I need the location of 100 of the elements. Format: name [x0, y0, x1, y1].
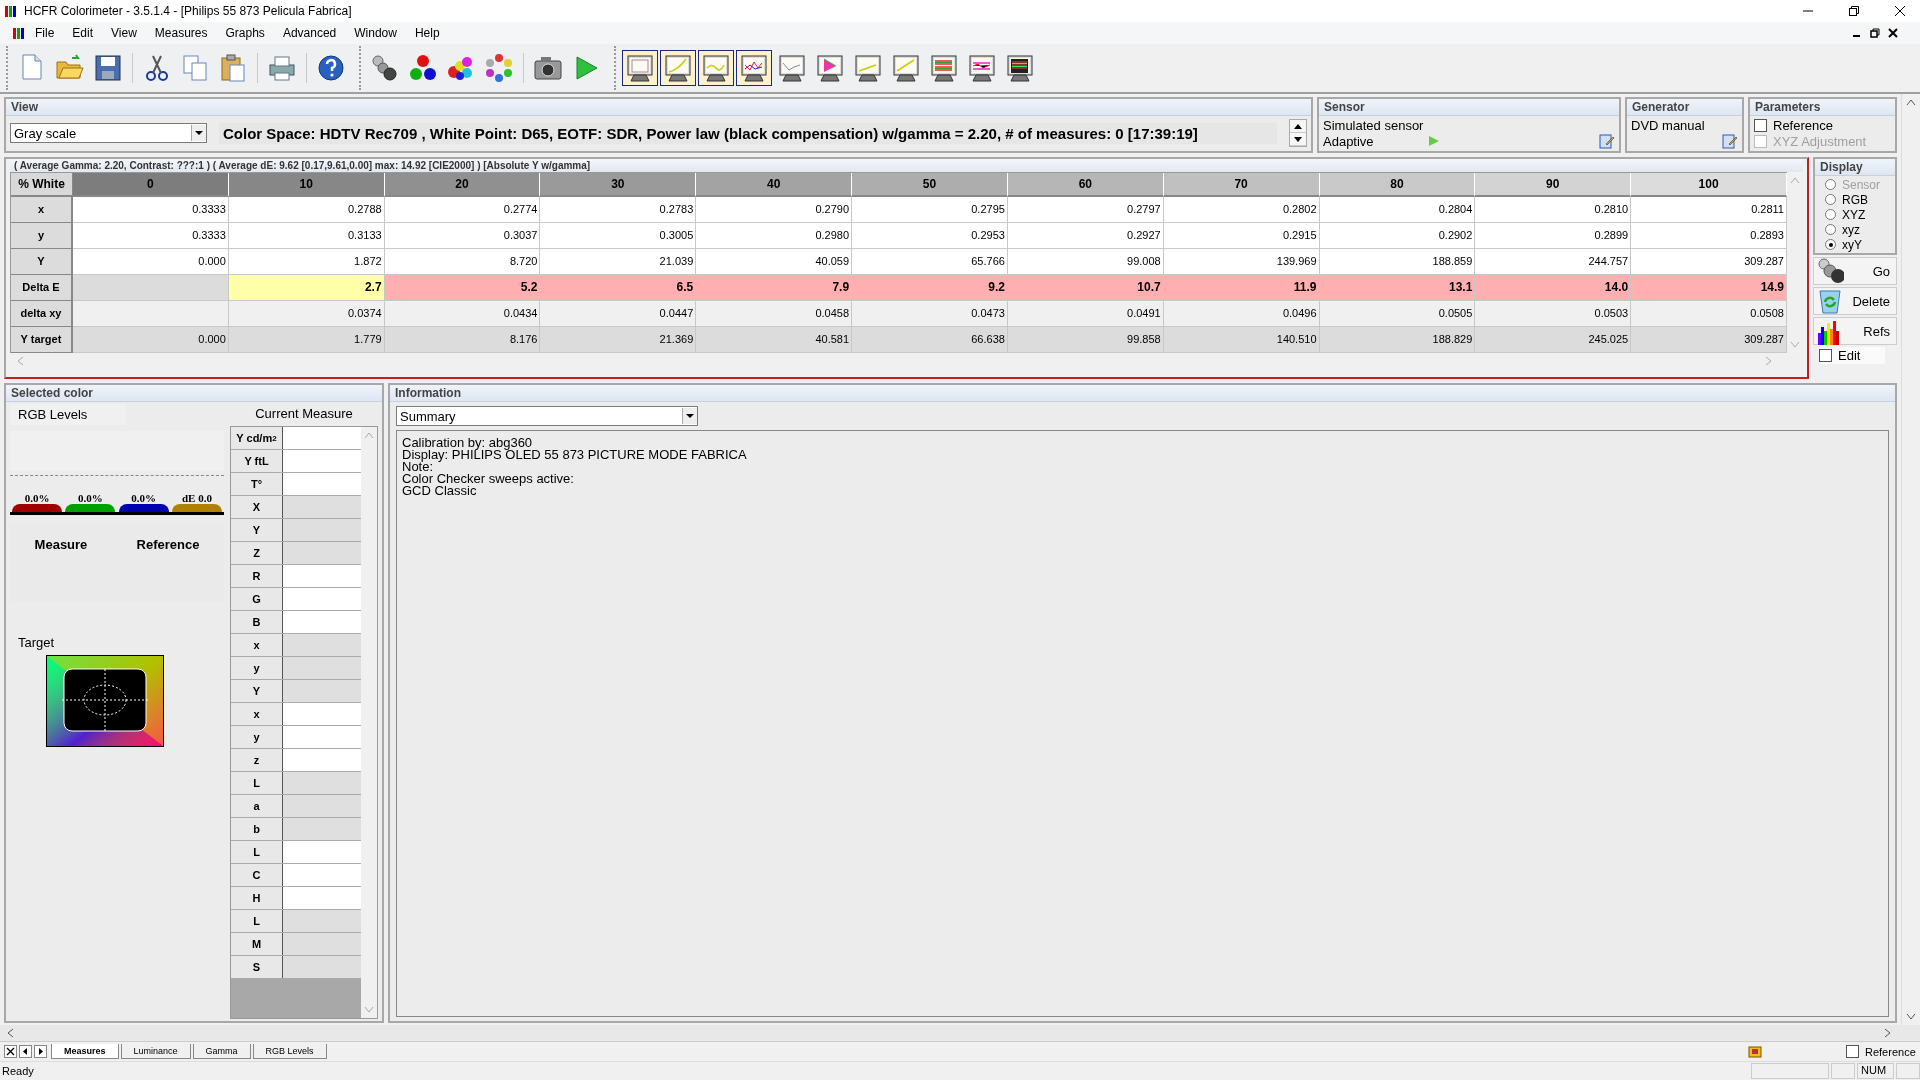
column-header[interactable]: 70	[1163, 173, 1320, 197]
table-cell: 0.0447	[540, 301, 697, 327]
dropdown[interactable]: Gray scale	[10, 123, 207, 143]
panel-title: Selected color	[6, 385, 382, 402]
action-button[interactable]: Delete	[1813, 287, 1897, 315]
monitor-icon	[738, 53, 770, 83]
column-header[interactable]: 10	[228, 173, 385, 197]
close-icon[interactable]	[1888, 28, 1898, 38]
close-icon[interactable]	[4, 1045, 17, 1058]
table-cell: 245.025	[1475, 327, 1632, 353]
monitor-icon	[700, 53, 732, 83]
menu-item[interactable]: View	[102, 24, 146, 42]
table-cell: 0.2810	[1475, 197, 1632, 223]
table-cell: 10.7	[1007, 275, 1164, 301]
edit-icon[interactable]	[1599, 133, 1615, 149]
radio-label: RGB	[1842, 192, 1868, 207]
table-cell: 0.0491	[1007, 301, 1164, 327]
action-button[interactable]: Refs	[1813, 317, 1897, 345]
sheet-tab[interactable]: Measures	[51, 1044, 119, 1059]
menu-item[interactable]: Measures	[145, 24, 217, 42]
sensor-mode: Adaptive	[1323, 133, 1374, 149]
table-cell: 0.000	[73, 249, 229, 275]
info-line: Color Checker sweeps active:	[402, 473, 575, 485]
restore-icon[interactable]	[1848, 5, 1860, 17]
column-header[interactable]: 0	[73, 173, 229, 197]
column-header[interactable]: 20	[384, 173, 541, 197]
radio-button[interactable]	[1825, 239, 1836, 250]
table-cell: 0.000	[73, 327, 229, 353]
help-icon	[315, 52, 347, 84]
table-cell: 188.829	[1319, 327, 1476, 353]
previous-icon[interactable]	[19, 1045, 32, 1058]
table-cell: 9.2	[852, 275, 1008, 301]
radio-button[interactable]	[1825, 224, 1836, 235]
sheet-tab[interactable]: RGB Levels	[252, 1044, 327, 1059]
field-label: H	[231, 887, 283, 909]
checkbox[interactable]	[1846, 1045, 1859, 1058]
table-cell: 0.3005	[540, 223, 697, 249]
field-label: z	[231, 749, 283, 771]
sheet-tab[interactable]: Luminance	[120, 1044, 191, 1059]
table-cell: 1.779	[228, 327, 385, 353]
column-header[interactable]: 80	[1319, 173, 1476, 197]
radio-button[interactable]	[1825, 194, 1836, 205]
recycle-bin-icon	[1816, 287, 1844, 315]
scroll-up-icon[interactable]	[1906, 98, 1916, 106]
field-label: R	[231, 565, 283, 587]
field-label: X	[231, 496, 283, 518]
checkbox[interactable]	[1754, 119, 1767, 133]
info-line: Display: PHILIPS OLED 55 873 PICTURE MODE FABRICA	[402, 449, 748, 461]
panel-title: Sensor	[1319, 99, 1619, 116]
table-cell: 0.0473	[852, 301, 1008, 327]
column-header[interactable]: 90	[1475, 173, 1632, 197]
dropdown[interactable]: Summary	[396, 406, 698, 426]
menu-item[interactable]: Window	[345, 24, 406, 42]
edit-icon[interactable]	[1722, 133, 1738, 149]
scroll-down-icon[interactable]	[1906, 1013, 1916, 1021]
column-header[interactable]: 100	[1631, 173, 1787, 197]
down-arrow-icon[interactable]	[1294, 136, 1302, 142]
table-cell: 8.720	[384, 249, 541, 275]
tray-icon[interactable]	[1748, 1045, 1762, 1058]
column-header[interactable]: 50	[852, 173, 1008, 197]
monitor-icon	[852, 53, 884, 83]
toolbar-button[interactable]	[736, 50, 772, 86]
monitor-icon	[814, 53, 846, 83]
column-header[interactable]: 60	[1007, 173, 1164, 197]
scroll-left-icon[interactable]	[6, 1028, 14, 1038]
scrollbar[interactable]	[0, 1025, 1920, 1041]
checkbox[interactable]	[1819, 349, 1832, 362]
close-icon[interactable]	[1894, 5, 1906, 17]
scroll-right-icon[interactable]	[1884, 1028, 1892, 1038]
monitor-icon	[662, 53, 694, 83]
radio-label: XYZ	[1842, 207, 1866, 222]
checkbox-label: Reference	[1773, 118, 1833, 134]
column-header[interactable]: 40	[696, 173, 853, 197]
sheet-tab[interactable]: Gamma	[192, 1044, 251, 1059]
table-cell: 0.2899	[1475, 223, 1632, 249]
app-logo-icon	[4, 4, 18, 18]
menu-item[interactable]: File	[26, 24, 64, 42]
menu-item[interactable]: Edit	[63, 24, 103, 42]
menu-item[interactable]: Help	[405, 24, 449, 42]
checkbox-label: XYZ Adjustment	[1773, 133, 1867, 149]
table-cell: 40.059	[696, 249, 853, 275]
toolbar-button[interactable]	[698, 50, 734, 86]
toolbar-button[interactable]	[622, 50, 658, 86]
next-icon[interactable]	[34, 1045, 47, 1058]
column-header[interactable]: 30	[540, 173, 697, 197]
table-cell: 0.0434	[384, 301, 541, 327]
action-button[interactable]: Go	[1813, 257, 1897, 285]
toolbar-button[interactable]	[660, 50, 696, 86]
radio-button[interactable]	[1825, 209, 1836, 220]
field-label: Y ftL	[231, 450, 283, 472]
menu-item[interactable]: Advanced	[273, 24, 346, 42]
table-cell: 0.2811	[1631, 197, 1787, 223]
up-arrow-icon[interactable]	[1294, 123, 1302, 129]
spin-button[interactable]	[1289, 119, 1307, 147]
menu-item[interactable]: Graphs	[216, 24, 274, 42]
row-header: Delta E	[11, 275, 73, 301]
field-label: L	[231, 910, 283, 932]
restore-icon[interactable]	[1870, 28, 1880, 38]
caret-icon	[194, 130, 204, 136]
window-title: HCFR Colorimeter - 3.5.1.4 - [Philips 55 873 Pelicula Fabrica]	[24, 4, 352, 18]
